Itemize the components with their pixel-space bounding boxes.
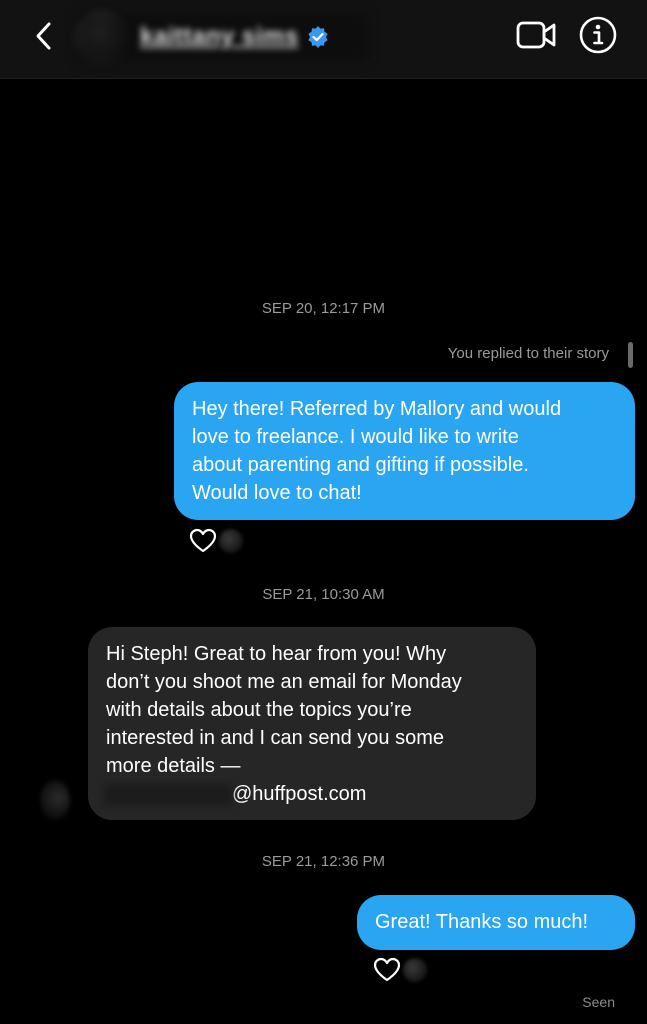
sender-avatar[interactable] [40,780,70,820]
message-timestamp: SEP 20, 12:17 PM [261,300,386,317]
info-icon [579,16,617,54]
message-line: Hey there! Referred by Mallory and would [192,398,562,420]
story-reply-note: You replied to their story [447,345,609,362]
contact-name-row[interactable]: kaittany sims [78,14,368,60]
received-message-bubble[interactable]: Hi Steph! Great to hear from you! Why do… [88,627,536,820]
chevron-left-icon [36,22,51,50]
video-call-button[interactable] [516,18,558,52]
message-line: with details about the topics you’re [106,699,412,721]
seen-status: Seen [582,994,615,1010]
back-button[interactable] [30,18,58,54]
message-line: about parenting and gifting if possible. [192,454,529,476]
message-line: love to freelance. I would like to write [192,426,519,448]
message-timestamp: SEP 21, 12:36 PM [261,853,386,870]
email-domain[interactable]: @huffpost.com [232,783,366,805]
message-line: @huffpost.com [104,780,518,808]
message-line: more details — [106,755,241,777]
conversation-info-button[interactable] [578,15,618,55]
message-reaction[interactable] [189,528,243,554]
reactor-avatar [403,958,427,982]
video-camera-icon [516,21,556,49]
message-timestamp: SEP 21, 10:30 AM [262,586,385,603]
message-line: Would love to chat! [192,482,362,504]
contact-avatar[interactable] [74,10,130,66]
verified-badge-icon [307,26,328,48]
chat-header: kaittany sims [0,0,647,79]
message-reaction[interactable] [373,957,427,983]
sent-message-bubble[interactable]: Great! Thanks so much! [357,895,635,950]
sent-message-bubble[interactable]: Hey there! Referred by Mallory and would… [174,382,635,520]
message-line: Hi Steph! Great to hear from you! Why [106,643,447,665]
message-line: don’t you shoot me an email for Monday [106,671,462,693]
heart-outline-icon [189,528,217,553]
message-line: Great! Thanks so much! [375,911,589,933]
redacted-email-user [104,783,232,806]
heart-outline-icon [373,957,401,982]
message-line: interested in and I can send you some [106,727,444,749]
contact-name[interactable]: kaittany sims [140,23,299,51]
scrollbar-thumb[interactable] [628,342,633,368]
reactor-avatar [219,529,243,553]
